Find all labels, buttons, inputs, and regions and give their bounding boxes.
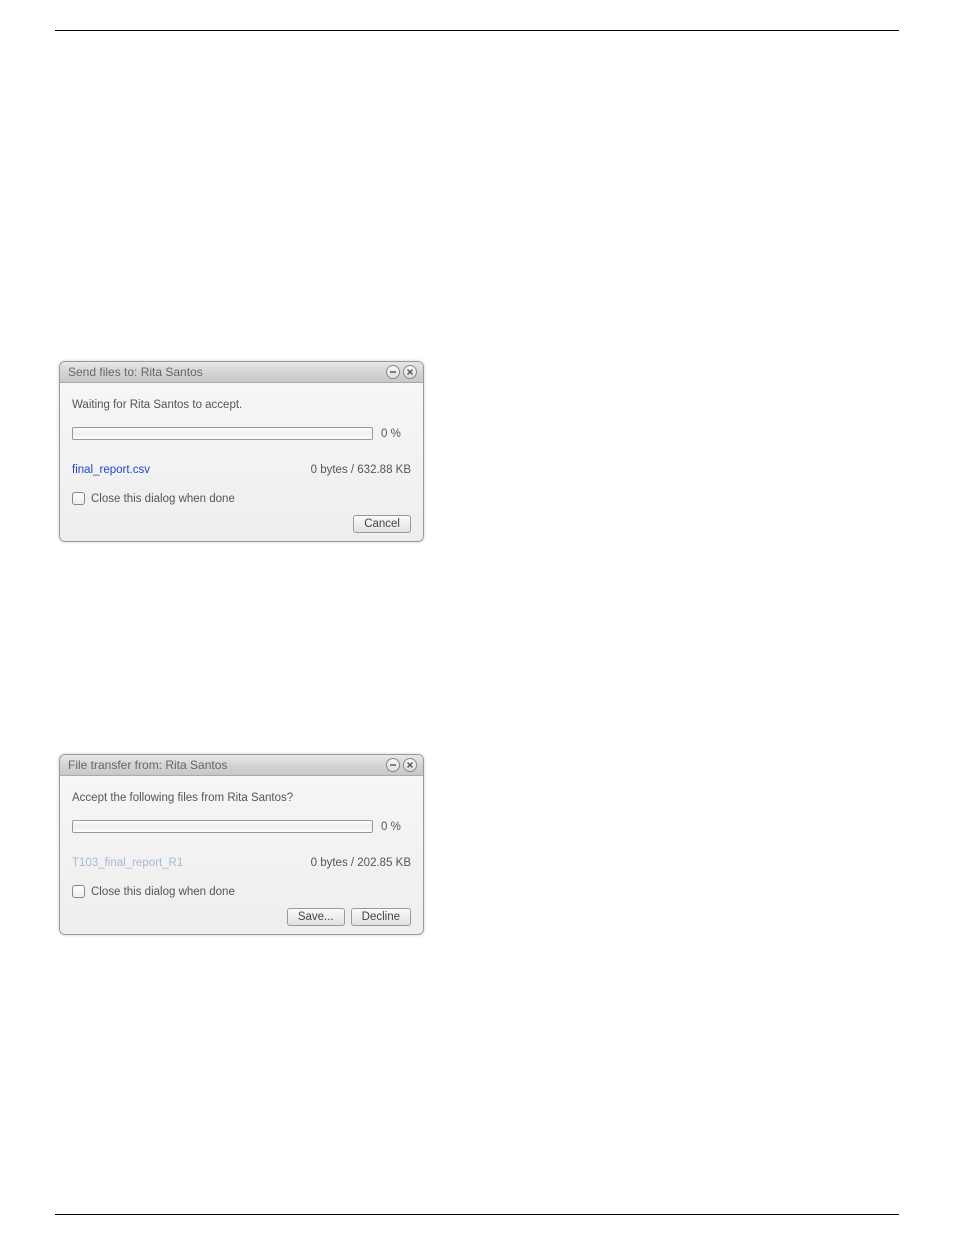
send-title: Send files to: Rita Santos (68, 365, 203, 379)
recv-close-when-done-checkbox[interactable] (72, 885, 85, 898)
save-button[interactable]: Save... (287, 908, 345, 926)
recv-progress-bar (72, 820, 373, 833)
recv-titlebar: File transfer from: Rita Santos (60, 755, 423, 776)
send-close-when-done-checkbox[interactable] (72, 492, 85, 505)
close-icon[interactable] (403, 758, 417, 772)
send-close-when-done-label: Close this dialog when done (91, 493, 235, 505)
recv-progress-percent: 0 % (381, 821, 411, 833)
recv-close-when-done-label: Close this dialog when done (91, 886, 235, 898)
recv-title: File transfer from: Rita Santos (68, 758, 227, 772)
receive-files-dialog: File transfer from: Rita Santos Accept t… (59, 754, 424, 935)
minimize-icon[interactable] (386, 365, 400, 379)
send-filesize: 0 bytes / 632.88 KB (311, 464, 411, 476)
recv-status-message: Accept the following files from Rita San… (72, 792, 411, 804)
close-icon[interactable] (403, 365, 417, 379)
send-status-message: Waiting for Rita Santos to accept. (72, 399, 411, 411)
send-progress-bar (72, 427, 373, 440)
recv-filename-link[interactable]: T103_final_report_R1 (72, 857, 183, 869)
decline-button[interactable]: Decline (351, 908, 411, 926)
send-filename-link[interactable]: final_report.csv (72, 464, 150, 476)
header-rule (55, 30, 899, 31)
minimize-icon[interactable] (386, 758, 400, 772)
recv-filesize: 0 bytes / 202.85 KB (311, 857, 411, 869)
send-titlebar: Send files to: Rita Santos (60, 362, 423, 383)
send-progress-percent: 0 % (381, 428, 411, 440)
send-files-dialog: Send files to: Rita Santos Waiting for R… (59, 361, 424, 542)
footer-rule (55, 1214, 899, 1215)
cancel-button[interactable]: Cancel (353, 515, 411, 533)
